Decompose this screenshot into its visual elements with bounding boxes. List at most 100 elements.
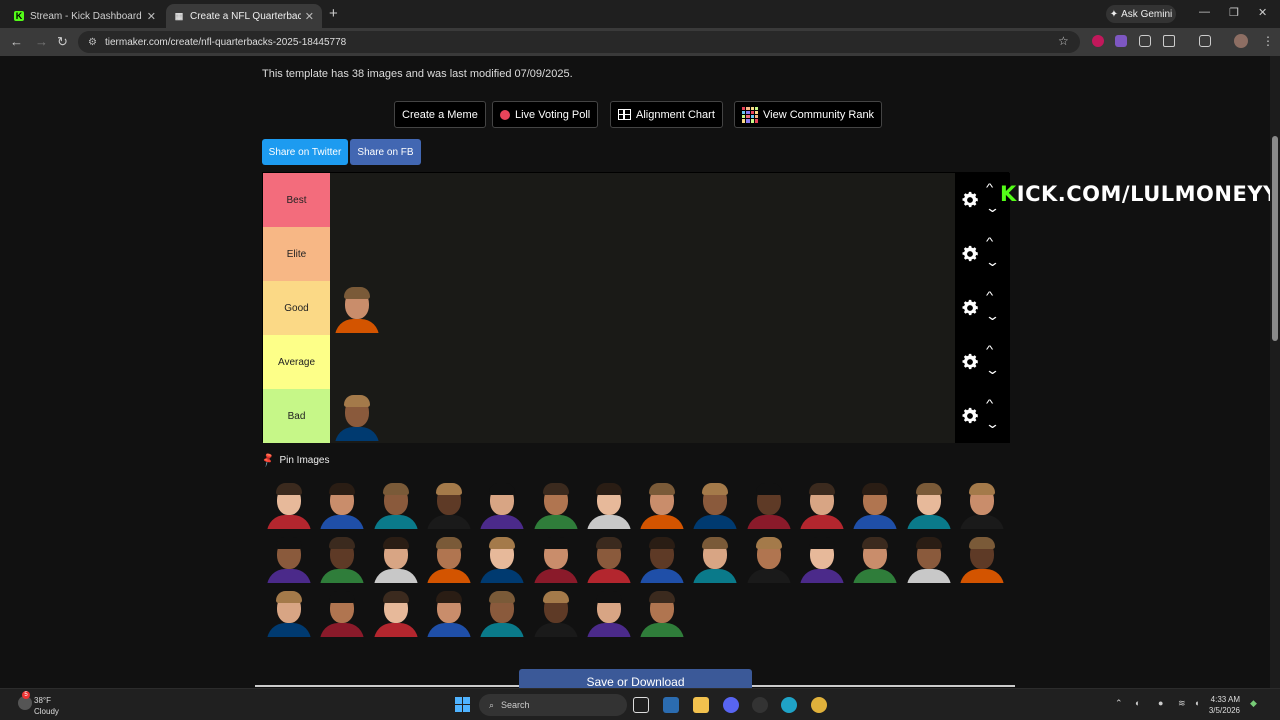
move-up-icon[interactable]: ^	[986, 182, 993, 194]
create-meme-button[interactable]: Create a Meme	[394, 101, 486, 128]
notification-icon[interactable]: ◆	[1250, 698, 1257, 709]
new-tab-button[interactable]: +	[329, 5, 338, 22]
player-image[interactable]	[477, 479, 527, 529]
player-image[interactable]	[797, 533, 847, 583]
extension-icon[interactable]	[1092, 35, 1104, 47]
player-image[interactable]	[584, 587, 634, 637]
player-image[interactable]	[637, 479, 687, 529]
player-image[interactable]	[317, 587, 367, 637]
player-image[interactable]	[584, 533, 634, 583]
tier-drop-zone[interactable]	[330, 227, 955, 281]
player-image[interactable]	[531, 587, 581, 637]
alignment-chart-button[interactable]: Alignment Chart	[610, 101, 723, 128]
tray-app-icon[interactable]: ●	[1158, 698, 1163, 708]
player-image[interactable]	[477, 587, 527, 637]
move-down-icon[interactable]: ⌄	[985, 416, 1000, 432]
extension-icon[interactable]	[1139, 35, 1151, 47]
reload-icon[interactable]: ↻	[57, 34, 68, 50]
player-image[interactable]	[797, 479, 847, 529]
move-up-icon[interactable]: ^	[986, 290, 993, 302]
extensions-puzzle-icon[interactable]	[1163, 35, 1175, 47]
player-image[interactable]	[690, 533, 740, 583]
tier-label[interactable]: Best	[263, 173, 330, 227]
player-image[interactable]	[957, 533, 1007, 583]
file-explorer-icon[interactable]	[693, 697, 709, 713]
player-image[interactable]	[371, 533, 421, 583]
edge-icon[interactable]	[781, 697, 797, 713]
close-window-icon[interactable]: ✕	[1258, 6, 1267, 19]
tray-expand-icon[interactable]: ⌃	[1115, 698, 1123, 709]
bookmark-star-icon[interactable]: ☆	[1058, 34, 1069, 48]
close-tab-icon[interactable]: ✕	[305, 10, 314, 23]
view-community-rank-button[interactable]: View Community Rank	[734, 101, 883, 128]
player-image[interactable]	[637, 587, 687, 637]
player-image[interactable]	[531, 533, 581, 583]
player-image[interactable]	[850, 479, 900, 529]
move-down-icon[interactable]: ⌄	[985, 308, 1000, 324]
player-image[interactable]	[531, 479, 581, 529]
system-clock[interactable]: 4:33 AM 3/5/2026	[1180, 694, 1240, 716]
player-image[interactable]	[957, 479, 1007, 529]
site-info-icon[interactable]: ⚙	[88, 37, 97, 48]
menu-kebab-icon[interactable]: ⋮	[1262, 34, 1274, 48]
tier-label[interactable]: Bad	[263, 389, 330, 443]
taskbar-search[interactable]: ⌕ Search	[479, 694, 627, 716]
gear-icon[interactable]	[960, 244, 980, 264]
ask-gemini-button[interactable]: ✦ Ask Gemini	[1106, 5, 1176, 23]
start-button[interactable]	[455, 697, 470, 712]
move-up-icon[interactable]: ^	[986, 398, 993, 410]
forward-icon[interactable]: →	[35, 34, 48, 49]
live-voting-poll-button[interactable]: Live Voting Poll	[492, 101, 599, 128]
player-image[interactable]	[744, 533, 794, 583]
player-image[interactable]	[637, 533, 687, 583]
player-image[interactable]	[424, 479, 474, 529]
profile-avatar[interactable]	[1234, 34, 1248, 48]
player-image[interactable]	[424, 533, 474, 583]
player-image[interactable]	[332, 391, 382, 441]
player-image[interactable]	[317, 479, 367, 529]
player-image[interactable]	[904, 533, 954, 583]
discord-icon[interactable]	[723, 697, 739, 713]
share-facebook-button[interactable]: Share on FB	[350, 139, 421, 165]
maximize-icon[interactable]: ❐	[1229, 6, 1239, 19]
player-image[interactable]	[371, 479, 421, 529]
move-down-icon[interactable]: ⌄	[985, 362, 1000, 378]
move-up-icon[interactable]: ^	[986, 344, 993, 356]
move-down-icon[interactable]: ⌄	[985, 254, 1000, 270]
sidebar-icon[interactable]	[1199, 35, 1211, 47]
tab-kick-dashboard[interactable]: K Stream - Kick Dashboard ✕	[6, 4, 164, 28]
gear-icon[interactable]	[960, 298, 980, 318]
tier-label[interactable]: Good	[263, 281, 330, 335]
player-image[interactable]	[424, 587, 474, 637]
tray-app-icon[interactable]: ◐	[1135, 698, 1140, 708]
tier-drop-zone[interactable]	[330, 281, 955, 335]
tab-tiermaker[interactable]: ▦ Create a NFL Quarterbacks 202 ✕	[166, 4, 322, 28]
player-image[interactable]	[264, 533, 314, 583]
player-image[interactable]	[584, 479, 634, 529]
tier-label[interactable]: Elite	[263, 227, 330, 281]
scrollbar-thumb[interactable]	[1272, 136, 1278, 341]
tier-label[interactable]: Average	[263, 335, 330, 389]
url-field[interactable]: ⚙ tiermaker.com/create/nfl-quarterbacks-…	[78, 31, 1080, 53]
save-download-button[interactable]: Save or Download	[519, 669, 752, 688]
player-image[interactable]	[850, 533, 900, 583]
task-view-icon[interactable]	[633, 697, 649, 713]
player-image[interactable]	[332, 283, 382, 333]
app-icon[interactable]	[752, 697, 768, 713]
move-down-icon[interactable]: ⌄	[985, 200, 1000, 216]
extension-icon[interactable]	[1115, 35, 1127, 47]
player-image[interactable]	[477, 533, 527, 583]
player-image[interactable]	[690, 479, 740, 529]
player-image[interactable]	[904, 479, 954, 529]
page-scrollbar[interactable]	[1270, 56, 1280, 688]
player-image[interactable]	[744, 479, 794, 529]
tier-drop-zone[interactable]	[330, 173, 955, 227]
store-app-icon[interactable]	[663, 697, 679, 713]
close-tab-icon[interactable]: ✕	[147, 10, 156, 23]
minimize-icon[interactable]: —	[1199, 6, 1210, 18]
gear-icon[interactable]	[960, 406, 980, 426]
tier-drop-zone[interactable]	[330, 389, 955, 443]
player-image[interactable]	[264, 587, 314, 637]
gear-icon[interactable]	[960, 352, 980, 372]
player-image[interactable]	[371, 587, 421, 637]
